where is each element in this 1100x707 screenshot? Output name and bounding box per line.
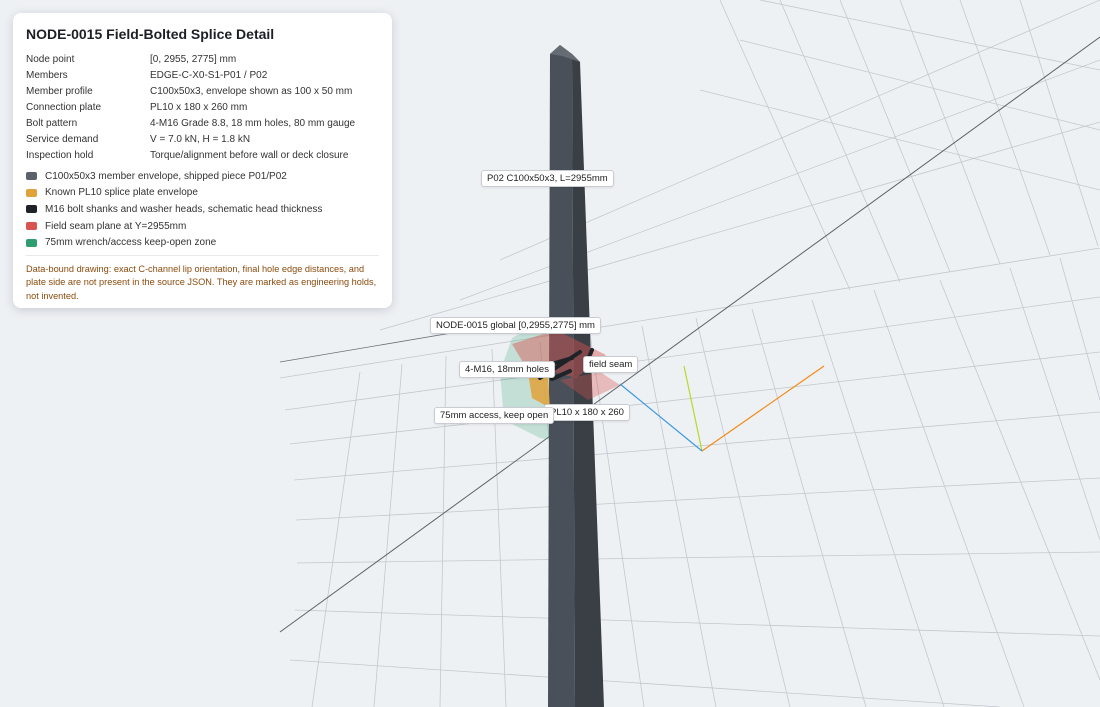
legend-label: 75mm wrench/access keep-open zone bbox=[45, 237, 217, 249]
legend-item: Field seam plane at Y=2955mm bbox=[26, 218, 379, 235]
legend-swatch bbox=[26, 172, 37, 181]
spec-row: Service demand V = 7.0 kN, H = 1.8 kN bbox=[26, 131, 379, 147]
legend-item: M16 bolt shanks and washer heads, schema… bbox=[26, 201, 379, 218]
spec-value: V = 7.0 kN, H = 1.8 kN bbox=[150, 133, 251, 145]
spec-row: Members EDGE-C-X0-S1-P01 / P02 bbox=[26, 67, 379, 83]
access-label: 75mm access, keep open bbox=[434, 407, 555, 424]
spec-key: Members bbox=[26, 69, 68, 81]
spec-value: 4-M16 Grade 8.8, 18 mm holes, 80 mm gaug… bbox=[150, 117, 356, 129]
spec-row: Node point [0, 2955, 2775] mm bbox=[26, 51, 379, 67]
node-label: NODE-0015 global [0,2955,2775] mm bbox=[430, 317, 601, 334]
plate-label: PL10 x 180 x 260 bbox=[544, 404, 630, 421]
spec-key: Connection plate bbox=[26, 101, 102, 113]
panel-title: NODE-0015 Field-Bolted Splice Detail bbox=[26, 26, 275, 42]
data-bound-note: Data-bound drawing: exact C-channel lip … bbox=[26, 254, 379, 303]
spec-key: Inspection hold bbox=[26, 149, 94, 161]
seam-label: field seam bbox=[583, 356, 639, 373]
legend-swatch bbox=[26, 238, 37, 247]
spec-key: Member profile bbox=[26, 85, 93, 97]
legend-item: Known PL10 splice plate envelope bbox=[26, 185, 379, 202]
legend-item: 75mm wrench/access keep-open zone bbox=[26, 234, 379, 251]
legend-swatch bbox=[26, 222, 37, 231]
legend: C100x50x3 member envelope, shipped piece… bbox=[26, 168, 379, 251]
bolts-label: 4-M16, 18mm holes bbox=[459, 361, 555, 378]
legend-label: Known PL10 splice plate envelope bbox=[45, 187, 198, 199]
spec-value: PL10 x 180 x 260 mm bbox=[150, 101, 248, 113]
legend-label: Field seam plane at Y=2955mm bbox=[45, 220, 187, 232]
legend-label: M16 bolt shanks and washer heads, schema… bbox=[45, 203, 323, 215]
legend-swatch bbox=[26, 205, 37, 214]
spec-row: Member profile C100x50x3, envelope shown … bbox=[26, 83, 379, 99]
legend-label: C100x50x3 member envelope, shipped piece… bbox=[45, 170, 287, 182]
spec-table: Node point [0, 2955, 2775] mm Members EDGE… bbox=[26, 51, 379, 163]
spec-key: Node point bbox=[26, 53, 75, 65]
spec-row: Bolt pattern 4-M16 Grade 8.8, 18 mm holes… bbox=[26, 115, 379, 131]
legend-swatch bbox=[26, 188, 37, 197]
legend-item: C100x50x3 member envelope, shipped piece… bbox=[26, 168, 379, 185]
spec-value: [0, 2955, 2775] mm bbox=[150, 53, 237, 65]
info-panel: NODE-0015 Field-Bolted Splice Detail Nod… bbox=[13, 13, 392, 308]
spec-key: Service demand bbox=[26, 133, 99, 145]
member-label: P02 C100x50x3, L=2955mm bbox=[481, 170, 614, 187]
spec-value: EDGE-C-X0-S1-P01 / P02 bbox=[150, 69, 268, 81]
spec-key: Bolt pattern bbox=[26, 117, 78, 129]
spec-value: C100x50x3, envelope shown as 100 x 50 mm bbox=[150, 85, 353, 97]
spec-row: Connection plate PL10 x 180 x 260 mm bbox=[26, 99, 379, 115]
spec-row: Inspection hold Torque/alignment before w… bbox=[26, 147, 379, 163]
spec-value: Torque/alignment before wall or deck clo… bbox=[150, 149, 349, 161]
